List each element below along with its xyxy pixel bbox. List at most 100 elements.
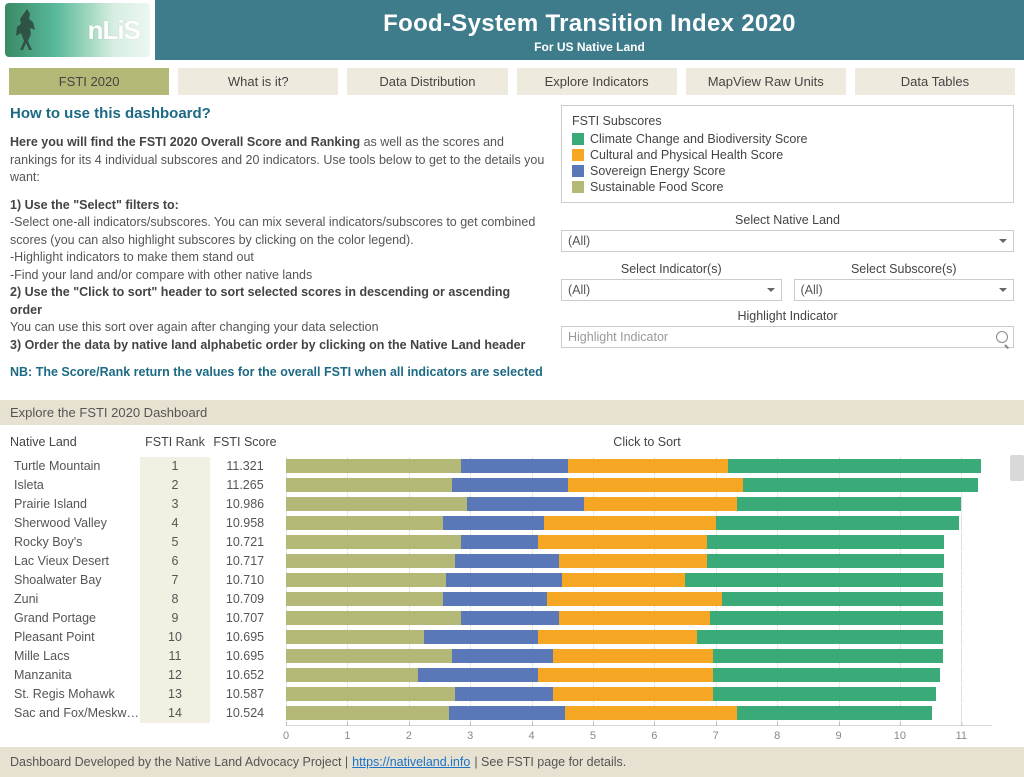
bar-segment[interactable] [286,535,461,549]
legend-item[interactable]: Cultural and Physical Health Score [572,148,1003,162]
tab-explore-indicators[interactable]: Explore Indicators [517,68,677,95]
table-row[interactable]: Mille Lacs1110.695 [10,647,1014,666]
stacked-bar[interactable] [286,478,992,492]
bar-segment[interactable] [544,516,716,530]
bar-segment[interactable] [286,573,446,587]
table-row[interactable]: Zuni810.709 [10,590,1014,609]
bar-segment[interactable] [286,554,455,568]
stacked-bar[interactable] [286,497,992,511]
stacked-bar[interactable] [286,554,992,568]
bar-segment[interactable] [707,535,945,549]
table-row[interactable]: Sac and Fox/Meskwaki1410.524 [10,704,1014,723]
table-row[interactable]: St. Regis Mohawk1310.587 [10,685,1014,704]
subscore-select[interactable]: (All) [794,279,1015,301]
bar-segment[interactable] [418,668,538,682]
bar-segment[interactable] [286,649,452,663]
table-row[interactable]: Shoalwater Bay710.710 [10,571,1014,590]
stacked-bar[interactable] [286,630,992,644]
bar-segment[interactable] [568,478,743,492]
stacked-bar[interactable] [286,573,992,587]
bar-segment[interactable] [538,668,713,682]
bar-segment[interactable] [553,649,713,663]
bar-segment[interactable] [743,478,978,492]
stacked-bar[interactable] [286,592,992,606]
bar-segment[interactable] [716,516,959,530]
footer-link[interactable]: https://nativeland.info [352,755,470,769]
bar-segment[interactable] [737,497,960,511]
bar-segment[interactable] [562,573,685,587]
bar-segment[interactable] [538,630,698,644]
table-row[interactable]: Sherwood Valley410.958 [10,514,1014,533]
bar-segment[interactable] [559,554,706,568]
bar-segment[interactable] [728,459,981,473]
highlight-search[interactable]: Highlight Indicator [561,326,1014,348]
header-sort[interactable]: Click to Sort [280,431,1014,457]
native-land-select[interactable]: (All) [561,230,1014,252]
stacked-bar[interactable] [286,516,992,530]
bar-segment[interactable] [547,592,722,606]
tab-data-distribution[interactable]: Data Distribution [347,68,507,95]
bar-segment[interactable] [559,611,709,625]
bar-segment[interactable] [461,611,559,625]
table-row[interactable]: Prairie Island310.986 [10,495,1014,514]
bar-segment[interactable] [286,687,455,701]
bar-segment[interactable] [713,649,943,663]
header-rank[interactable]: FSTI Rank [140,431,210,457]
bar-segment[interactable] [568,459,728,473]
tab-data-tables[interactable]: Data Tables [855,68,1015,95]
table-row[interactable]: Lac Vieux Desert610.717 [10,552,1014,571]
tab-what-is-it-[interactable]: What is it? [178,68,338,95]
bar-segment[interactable] [713,668,940,682]
bar-segment[interactable] [286,668,418,682]
table-row[interactable]: Isleta211.265 [10,476,1014,495]
stacked-bar[interactable] [286,535,992,549]
bar-segment[interactable] [565,706,737,720]
bar-segment[interactable] [449,706,566,720]
bar-segment[interactable] [286,497,467,511]
bar-segment[interactable] [286,706,449,720]
stacked-bar[interactable] [286,668,992,682]
bar-segment[interactable] [455,554,559,568]
bar-segment[interactable] [452,478,569,492]
bar-segment[interactable] [584,497,737,511]
stacked-bar[interactable] [286,706,992,720]
tab-fsti-2020[interactable]: FSTI 2020 [9,68,169,95]
table-row[interactable]: Manzanita1210.652 [10,666,1014,685]
tab-mapview-raw-units[interactable]: MapView Raw Units [686,68,846,95]
bar-segment[interactable] [697,630,943,644]
table-row[interactable]: Turtle Mountain111.321 [10,457,1014,476]
bar-segment[interactable] [467,497,584,511]
bar-segment[interactable] [737,706,932,720]
legend-item[interactable]: Sovereign Energy Score [572,164,1003,178]
bar-segment[interactable] [455,687,553,701]
bar-segment[interactable] [713,687,936,701]
bar-segment[interactable] [722,592,944,606]
stacked-bar[interactable] [286,459,992,473]
bar-segment[interactable] [443,592,547,606]
bar-segment[interactable] [446,573,563,587]
bar-segment[interactable] [286,459,461,473]
header-native[interactable]: Native Land [10,431,140,457]
bar-segment[interactable] [553,687,713,701]
bar-segment[interactable] [286,478,452,492]
bar-segment[interactable] [286,592,443,606]
bar-segment[interactable] [538,535,707,549]
bar-segment[interactable] [707,554,945,568]
bar-segment[interactable] [443,516,544,530]
bar-segment[interactable] [461,535,538,549]
stacked-bar[interactable] [286,687,992,701]
legend-item[interactable]: Sustainable Food Score [572,180,1003,194]
bar-segment[interactable] [286,516,443,530]
bar-segment[interactable] [286,630,424,644]
stacked-bar[interactable] [286,611,992,625]
bar-segment[interactable] [286,611,461,625]
bar-segment[interactable] [685,573,943,587]
header-score[interactable]: FSTI Score [210,431,280,457]
stacked-bar[interactable] [286,649,992,663]
indicator-select[interactable]: (All) [561,279,782,301]
table-row[interactable]: Grand Portage910.707 [10,609,1014,628]
bar-segment[interactable] [424,630,538,644]
legend-item[interactable]: Climate Change and Biodiversity Score [572,132,1003,146]
table-row[interactable]: Pleasant Point1010.695 [10,628,1014,647]
table-row[interactable]: Rocky Boy's510.721 [10,533,1014,552]
